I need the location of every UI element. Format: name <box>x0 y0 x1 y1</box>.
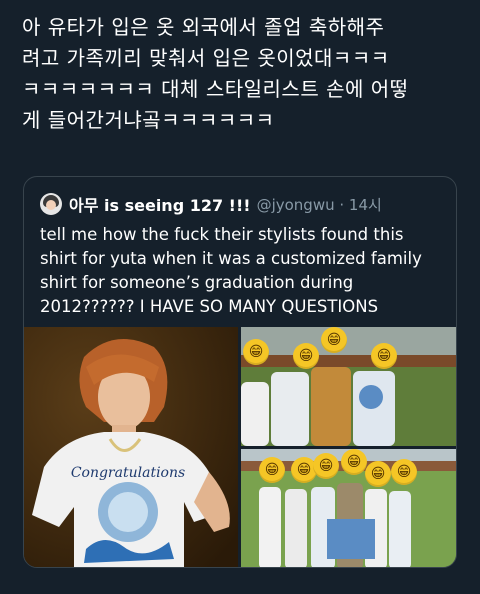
user-avatar[interactable] <box>40 193 62 215</box>
tweet-text: 아 유타가 입은 옷 외국에서 졸업 축하해주 려고 가족끼리 맞춰서 입은 옷… <box>22 15 409 132</box>
shirt-print-text: Congratulations <box>71 465 185 481</box>
emoji-face-4: 😁 <box>371 343 397 369</box>
photo-stylist-shirt-illustration: Congratulations <box>24 327 238 567</box>
emoji-face-3: 😁 <box>321 327 347 353</box>
photo-family-group-1[interactable]: 😁 😁 😁 😁 <box>241 327 456 446</box>
emoji-face-9: 😁 <box>365 461 391 487</box>
quoted-handle-time[interactable]: @jyongwu · 14시 <box>257 194 382 215</box>
quoted-tweet-card[interactable]: 아무 is seeing 127 !!! @jyongwu · 14시 tell… <box>23 176 457 568</box>
photo-family-group-1-illustration <box>241 327 456 446</box>
quoted-tweet-header: 아무 is seeing 127 !!! @jyongwu · 14시 <box>40 191 382 217</box>
emoji-face-10: 😁 <box>391 459 417 485</box>
emoji-face-1: 😁 <box>243 339 269 365</box>
emoji-face-2: 😁 <box>293 343 319 369</box>
emoji-face-5: 😁 <box>259 457 285 483</box>
emoji-face-8: 😁 <box>341 449 367 475</box>
quoted-tweet-text: tell me how the fuck their stylists foun… <box>40 225 422 316</box>
emoji-face-7: 😁 <box>313 453 339 479</box>
quoted-display-name[interactable]: 아무 is seeing 127 !!! <box>69 192 251 216</box>
photo-stylist-shirt[interactable]: Congratulations <box>24 327 238 567</box>
photo-family-group-2[interactable]: 😁 😁 😁 😁 😁 😁 <box>241 449 456 567</box>
